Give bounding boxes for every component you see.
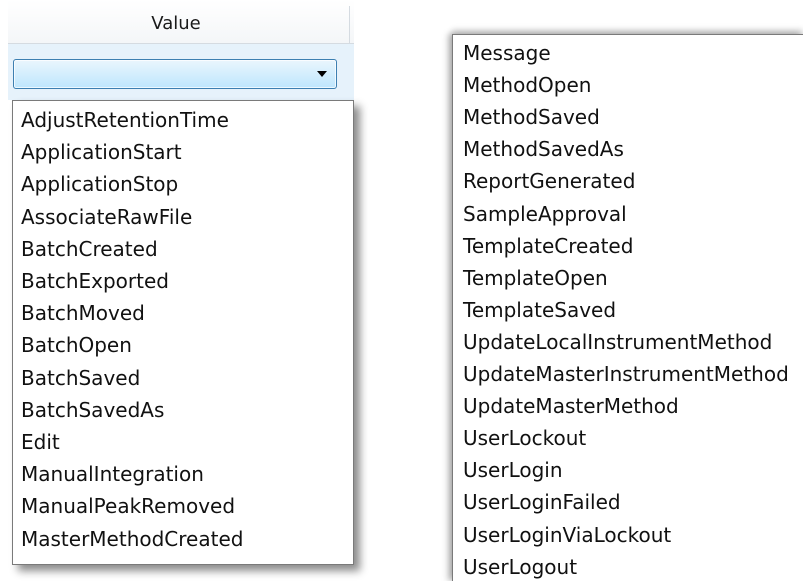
list-item[interactable]: UserLogout xyxy=(463,555,577,579)
list-item[interactable]: UserLogin xyxy=(463,458,563,482)
list-item[interactable]: MethodSavedAs xyxy=(463,137,624,161)
list-item[interactable]: BatchMoved xyxy=(21,301,145,325)
list-item[interactable]: UpdateMasterInstrumentMethod xyxy=(463,362,789,386)
list-item[interactable]: BatchCreated xyxy=(21,237,158,261)
event-type-dropdown-list[interactable]: AdjustRetentionTime ApplicationStart Appli… xyxy=(12,100,354,565)
list-item[interactable]: TemplateCreated xyxy=(463,234,633,258)
value-column-panel: Value AdjustRetentionTime ApplicationStar… xyxy=(8,0,358,570)
list-item[interactable]: ApplicationStop xyxy=(21,172,178,196)
list-item[interactable]: Message xyxy=(463,41,551,65)
value-filter-combobox[interactable] xyxy=(13,59,337,89)
list-item[interactable]: Edit xyxy=(21,430,60,454)
list-item[interactable]: MasterMethodCreated xyxy=(21,527,243,551)
list-item[interactable]: AdjustRetentionTime xyxy=(21,108,229,132)
filter-row xyxy=(8,44,354,100)
list-item[interactable]: BatchSaved xyxy=(21,366,140,390)
list-item[interactable]: TemplateOpen xyxy=(463,266,608,290)
list-item[interactable]: UserLockout xyxy=(463,426,586,450)
list-item[interactable]: AssociateRawFile xyxy=(21,205,192,229)
screenshot-canvas: Value AdjustRetentionTime ApplicationStar… xyxy=(0,0,803,581)
list-item[interactable]: MethodOpen xyxy=(463,73,591,97)
list-item[interactable]: ReportGenerated xyxy=(463,169,635,193)
list-item[interactable]: ManualPeakRemoved xyxy=(21,494,235,518)
list-item[interactable]: MethodSaved xyxy=(463,105,600,129)
value-column-header[interactable]: Value xyxy=(8,0,354,44)
list-item[interactable]: TemplateSaved xyxy=(463,298,616,322)
chevron-down-icon[interactable] xyxy=(317,71,327,77)
event-type-dropdown-list-continued[interactable]: Message MethodOpen MethodSaved MethodSavedA… xyxy=(452,34,803,581)
column-divider[interactable] xyxy=(349,6,350,44)
list-item[interactable]: BatchExported xyxy=(21,269,169,293)
list-item[interactable]: BatchSavedAs xyxy=(21,398,164,422)
list-item[interactable]: UserLoginViaLockout xyxy=(463,523,671,547)
list-item[interactable]: UpdateLocalInstrumentMethod xyxy=(463,330,772,354)
list-item[interactable]: UpdateMasterMethod xyxy=(463,394,679,418)
list-item[interactable]: ManualIntegration xyxy=(21,462,204,486)
list-item[interactable]: UserLoginFailed xyxy=(463,490,621,514)
value-column-header-label: Value xyxy=(151,13,201,34)
list-item[interactable]: SampleApproval xyxy=(463,202,627,226)
list-item[interactable]: ApplicationStart xyxy=(21,140,182,164)
list-item[interactable]: BatchOpen xyxy=(21,333,132,357)
